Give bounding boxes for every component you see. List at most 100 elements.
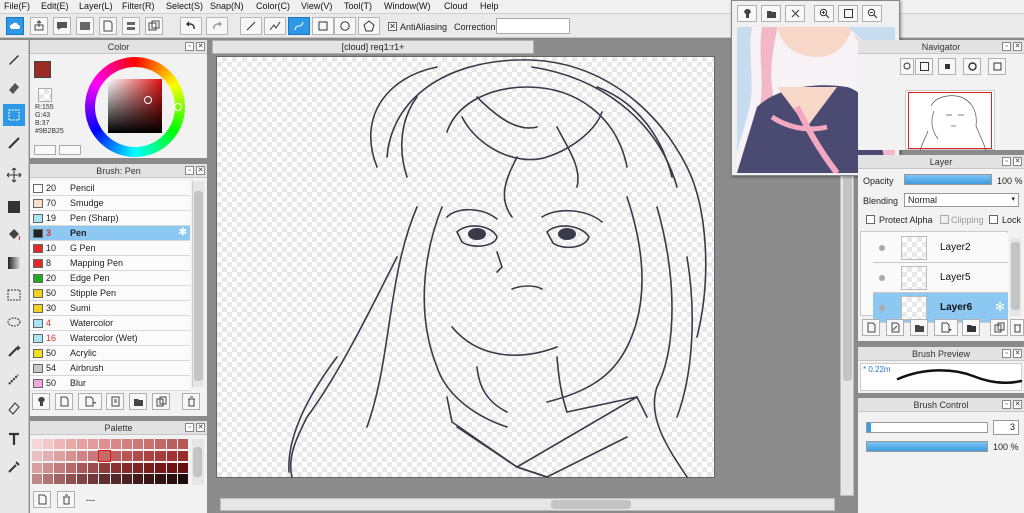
palette-swatch[interactable] <box>155 474 166 485</box>
brush-tool-icon[interactable] <box>3 48 25 70</box>
lasso-icon[interactable] <box>3 312 25 334</box>
layer-folder-icon[interactable] <box>910 319 928 336</box>
visibility-eye-icon[interactable] <box>879 275 885 281</box>
brush-item[interactable]: 54 Airbrush <box>30 361 190 376</box>
palette-swatch[interactable] <box>110 462 121 473</box>
cloud-icon[interactable] <box>6 17 24 35</box>
move-tool-icon[interactable] <box>3 164 25 186</box>
brush-item[interactable]: 70 Smudge <box>30 196 190 211</box>
nav-reset-icon[interactable] <box>988 58 1006 75</box>
sv-square[interactable] <box>108 79 162 133</box>
palette-swatch[interactable] <box>54 462 65 473</box>
menu-edit[interactable]: Edit(E) <box>41 1 69 11</box>
brush-tree-icon[interactable] <box>32 393 50 410</box>
palette-swatch[interactable] <box>132 439 144 449</box>
export-icon[interactable] <box>30 17 48 35</box>
shape-fill-icon[interactable] <box>3 196 25 218</box>
palette-new-icon[interactable] <box>33 491 51 508</box>
palette-swatch[interactable] <box>99 474 110 485</box>
brush-size-slider[interactable] <box>866 422 988 433</box>
float-icon[interactable]: ▫ <box>185 423 194 432</box>
float-icon[interactable]: ▫ <box>1002 400 1011 409</box>
palette-swatch[interactable] <box>132 474 144 485</box>
close-icon[interactable]: ✕ <box>1013 349 1022 358</box>
palette-delete-icon[interactable] <box>57 491 75 508</box>
palette-swatch[interactable] <box>166 439 177 449</box>
drawing-canvas[interactable] <box>216 56 715 478</box>
palette-swatch[interactable] <box>32 474 43 485</box>
duplicate-layer-icon[interactable] <box>990 319 1008 336</box>
fit-icon[interactable] <box>838 5 858 22</box>
palette-swatch[interactable] <box>110 474 121 485</box>
brush-scrollbar[interactable] <box>192 181 204 387</box>
brush-copy-icon[interactable] <box>152 393 170 410</box>
select-pen-icon[interactable] <box>3 368 25 390</box>
palette-swatch[interactable] <box>99 462 110 473</box>
float-icon[interactable]: ▫ <box>1002 42 1011 51</box>
document-icon[interactable] <box>99 17 117 35</box>
palette-swatch[interactable] <box>88 450 99 461</box>
main-color-swatch[interactable] <box>34 61 51 78</box>
palette-swatch[interactable] <box>166 474 177 485</box>
brush-density-slider[interactable] <box>866 441 988 452</box>
brush-item[interactable]: 19 Pen (Sharp) <box>30 211 190 226</box>
comment-icon[interactable] <box>53 17 71 35</box>
rectangle-tool-icon[interactable] <box>312 17 334 35</box>
brush-item[interactable]: 50 Acrylic <box>30 346 190 361</box>
brush-settings-gear-icon[interactable]: ✻ <box>179 226 187 240</box>
palette-swatch[interactable] <box>43 474 54 485</box>
float-icon[interactable]: ▫ <box>185 166 194 175</box>
brush-item[interactable]: 50 Stipple Pen <box>30 286 190 301</box>
new-brush-icon[interactable] <box>55 393 73 410</box>
palette-swatch[interactable] <box>88 439 99 449</box>
protect-alpha-checkbox[interactable] <box>866 215 875 224</box>
palette-swatch[interactable] <box>54 450 65 461</box>
v-scroll-thumb[interactable] <box>843 161 852 381</box>
palette-swatch[interactable] <box>177 462 188 473</box>
close-icon[interactable]: ✕ <box>196 42 205 51</box>
menu-view[interactable]: View(V) <box>301 1 332 11</box>
palette-swatch[interactable] <box>110 439 121 449</box>
new-linework-layer-icon[interactable] <box>886 319 904 336</box>
layer-folder-2-icon[interactable] <box>962 319 980 336</box>
brush-item[interactable]: 3 Pen ✻ <box>30 226 190 241</box>
hue-cursor[interactable] <box>174 103 182 111</box>
brush-scroll-thumb[interactable] <box>194 191 203 381</box>
lock-checkbox[interactable] <box>989 215 998 224</box>
palette-swatch[interactable] <box>76 462 88 473</box>
palette-swatch[interactable] <box>54 439 65 449</box>
float-icon[interactable]: ▫ <box>1002 157 1011 166</box>
h-scroll-thumb[interactable] <box>551 500 631 509</box>
brush-item[interactable]: 10 G Pen <box>30 241 190 256</box>
palette-swatch[interactable] <box>99 439 110 449</box>
zoom-out-icon[interactable] <box>862 5 882 22</box>
brush-folder-icon[interactable] <box>129 393 147 410</box>
brush-item[interactable]: 8 Mapping Pen <box>30 256 190 271</box>
ellipse-tool-icon[interactable] <box>334 17 356 35</box>
float-icon[interactable]: ▫ <box>185 42 194 51</box>
palette-swatch[interactable] <box>32 450 43 461</box>
palette-swatch[interactable] <box>144 462 155 473</box>
curve-tool-icon[interactable] <box>288 17 310 35</box>
palette-swatch[interactable] <box>76 439 88 449</box>
polygon-tool-icon[interactable] <box>358 17 380 35</box>
menu-select[interactable]: Select(S) <box>166 1 203 11</box>
layer-settings-gear-icon[interactable]: ✻ <box>995 300 1005 314</box>
brush-menu-icon[interactable] <box>78 393 102 410</box>
reference-tree-icon[interactable] <box>737 5 757 22</box>
nav-rotate-icon[interactable] <box>963 58 981 75</box>
menu-filter[interactable]: Filter(R) <box>122 1 155 11</box>
palette-swatch[interactable] <box>110 450 121 461</box>
palette-scrollbar[interactable] <box>192 439 204 485</box>
magic-wand-icon[interactable] <box>3 340 25 362</box>
layer-row[interactable]: Layer5 <box>873 263 1008 293</box>
palette-swatch[interactable] <box>155 439 166 449</box>
tablet-icon[interactable] <box>76 17 94 35</box>
palette-swatch[interactable] <box>166 462 177 473</box>
opacity-slider[interactable] <box>904 174 992 185</box>
close-icon[interactable]: ✕ <box>196 166 205 175</box>
rect-select-icon[interactable] <box>3 284 25 306</box>
float-icon[interactable]: ▫ <box>1002 349 1011 358</box>
palette-swatch[interactable] <box>65 439 76 449</box>
layer-delete-icon[interactable] <box>1010 319 1024 336</box>
